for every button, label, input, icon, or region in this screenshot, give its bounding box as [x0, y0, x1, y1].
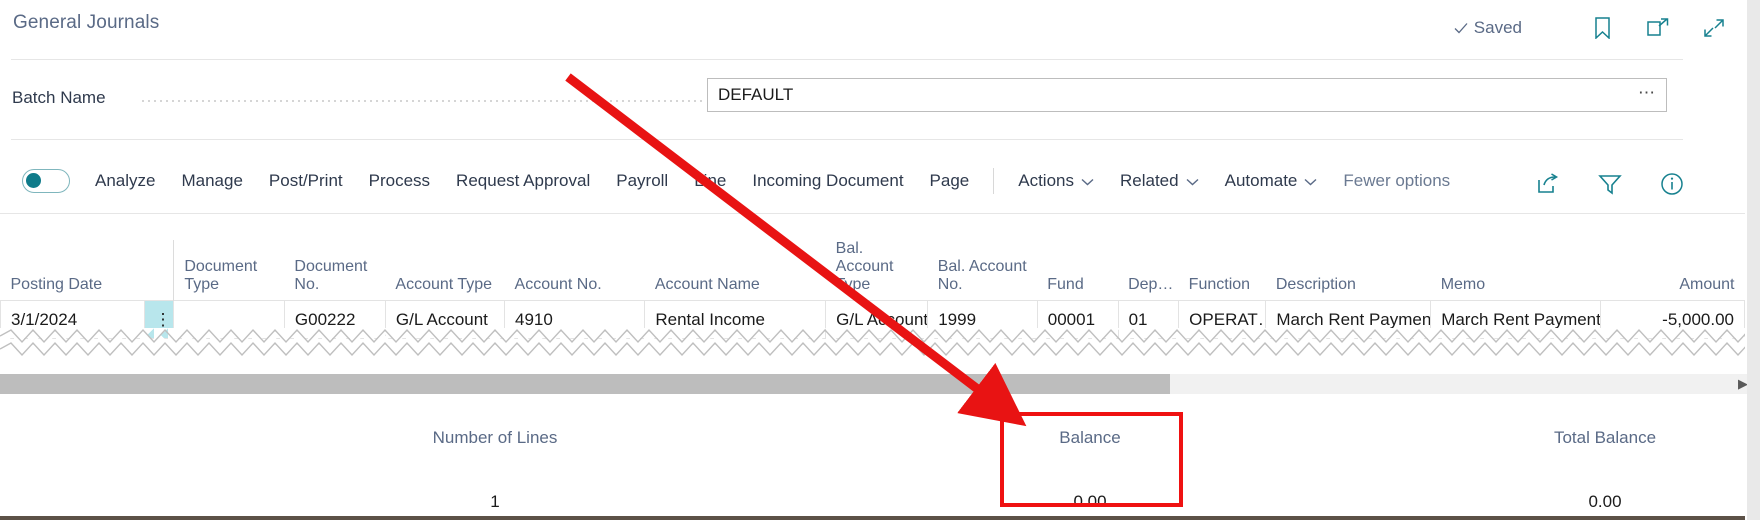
- toggle-knob: [26, 173, 41, 188]
- share-icon[interactable]: [1528, 166, 1568, 202]
- ribbon-item-process[interactable]: Process: [356, 160, 443, 202]
- bottom-edge: [0, 516, 1745, 520]
- ribbon-separator: [993, 168, 995, 194]
- batch-divider: [11, 139, 1683, 140]
- column-header-account-name[interactable]: Account Name: [645, 240, 826, 301]
- batch-name-lookup-icon[interactable]: ⋯: [1638, 83, 1656, 103]
- column-header-posting-date[interactable]: Posting Date: [1, 240, 145, 301]
- batch-name-label: Batch Name: [12, 88, 106, 107]
- column-header-bal-account-type[interactable]: Bal. Account Type: [826, 240, 928, 301]
- zigzag-icon: [0, 328, 1745, 356]
- title-bar-actions: Saved: [1453, 10, 1734, 46]
- column-header-document-type[interactable]: Document Type: [173, 240, 285, 301]
- column-header-account-no[interactable]: Account No.: [505, 240, 645, 301]
- column-header-amount[interactable]: Amount: [1601, 240, 1745, 301]
- ribbon-item-manage[interactable]: Manage: [168, 160, 255, 202]
- title-bar: General Journals Saved: [0, 0, 1760, 58]
- ribbon-item-list: Analyze Manage Post/Print Process Request Ap…: [82, 160, 1463, 202]
- ribbon-menu-label: Automate: [1224, 171, 1298, 190]
- chevron-down-icon: [1081, 171, 1094, 191]
- table-header-row: Posting Date Document Type Document No. Accou…: [1, 240, 1745, 301]
- ribbon-menu-related[interactable]: Related: [1107, 160, 1212, 202]
- batch-name-row: Batch Name DEFAULT ⋯: [0, 78, 1760, 122]
- scrollbar-thumb[interactable]: [0, 374, 1170, 394]
- title-divider: [11, 59, 1683, 60]
- page-title: General Journals: [13, 12, 160, 33]
- saved-status: Saved: [1453, 18, 1522, 38]
- grid-torn-edge: [0, 328, 1745, 356]
- ribbon-menu-label: Actions: [1018, 171, 1074, 190]
- filter-icon[interactable]: [1590, 166, 1630, 202]
- ribbon-toolbar: Analyze Manage Post/Print Process Request Ap…: [0, 160, 1760, 212]
- chevron-down-icon: [1304, 171, 1317, 191]
- batch-name-value: DEFAULT: [718, 85, 794, 104]
- column-header-account-type[interactable]: Account Type: [385, 240, 504, 301]
- horizontal-scrollbar[interactable]: ▶: [0, 374, 1760, 394]
- ribbon-item-incoming-document[interactable]: Incoming Document: [739, 160, 916, 202]
- dot-leader: [140, 100, 706, 102]
- fewer-options-button[interactable]: Fewer options: [1330, 160, 1463, 202]
- total-number-of-lines: Number of Lines 1: [370, 428, 620, 512]
- page-scroll-gutter[interactable]: [1747, 0, 1760, 520]
- ribbon-right-icons: [1528, 166, 1692, 202]
- ribbon-item-payroll[interactable]: Payroll: [603, 160, 681, 202]
- totals-footer: Number of Lines 1 Balance 0.00 Total Balance…: [0, 400, 1745, 511]
- total-label: Total Balance: [1553, 428, 1657, 447]
- saved-label: Saved: [1473, 18, 1522, 37]
- total-value: 0.00: [1588, 492, 1622, 511]
- column-header-function[interactable]: Function: [1179, 240, 1266, 301]
- balance-highlight-box: [1000, 412, 1183, 507]
- chevron-down-icon: [1186, 171, 1199, 191]
- column-header-fund[interactable]: Fund: [1037, 240, 1118, 301]
- column-header-description[interactable]: Description: [1266, 240, 1431, 301]
- ribbon-menu-actions[interactable]: Actions: [1005, 160, 1107, 202]
- ribbon-menu-label: Related: [1120, 171, 1179, 190]
- column-header-dept[interactable]: Dep…: [1118, 240, 1179, 301]
- column-header-memo[interactable]: Memo: [1431, 240, 1601, 301]
- check-icon: [1453, 20, 1469, 36]
- ribbon-divider: [0, 213, 1745, 214]
- collapse-icon[interactable]: [1694, 10, 1734, 46]
- total-label: Number of Lines: [432, 428, 558, 447]
- bookmark-icon[interactable]: [1582, 10, 1622, 46]
- general-journals-page: General Journals Saved Batch Name DEFAUL…: [0, 0, 1760, 520]
- ribbon-item-page[interactable]: Page: [917, 160, 983, 202]
- ribbon-item-line[interactable]: Line: [681, 160, 739, 202]
- ribbon-item-analyze[interactable]: Analyze: [82, 160, 168, 202]
- journal-lines-table: Posting Date Document Type Document No. Accou…: [0, 240, 1745, 339]
- batch-name-input[interactable]: DEFAULT ⋯: [707, 78, 1667, 112]
- info-icon[interactable]: [1652, 166, 1692, 202]
- journal-lines-grid: Posting Date Document Type Document No. Accou…: [0, 240, 1760, 339]
- ribbon-menu-automate[interactable]: Automate: [1212, 160, 1331, 202]
- ribbon-item-request-approval[interactable]: Request Approval: [443, 160, 603, 202]
- column-header-row-handle[interactable]: [144, 240, 174, 301]
- total-total-balance: Total Balance 0.00: [1490, 428, 1720, 512]
- analyze-toggle[interactable]: [22, 169, 70, 193]
- column-header-document-no[interactable]: Document No.: [284, 240, 385, 301]
- open-in-new-window-icon[interactable]: [1638, 10, 1678, 46]
- total-value: 1: [490, 492, 500, 511]
- ribbon-item-post-print[interactable]: Post/Print: [256, 160, 356, 202]
- column-header-bal-account-no[interactable]: Bal. Account No.: [928, 240, 1038, 301]
